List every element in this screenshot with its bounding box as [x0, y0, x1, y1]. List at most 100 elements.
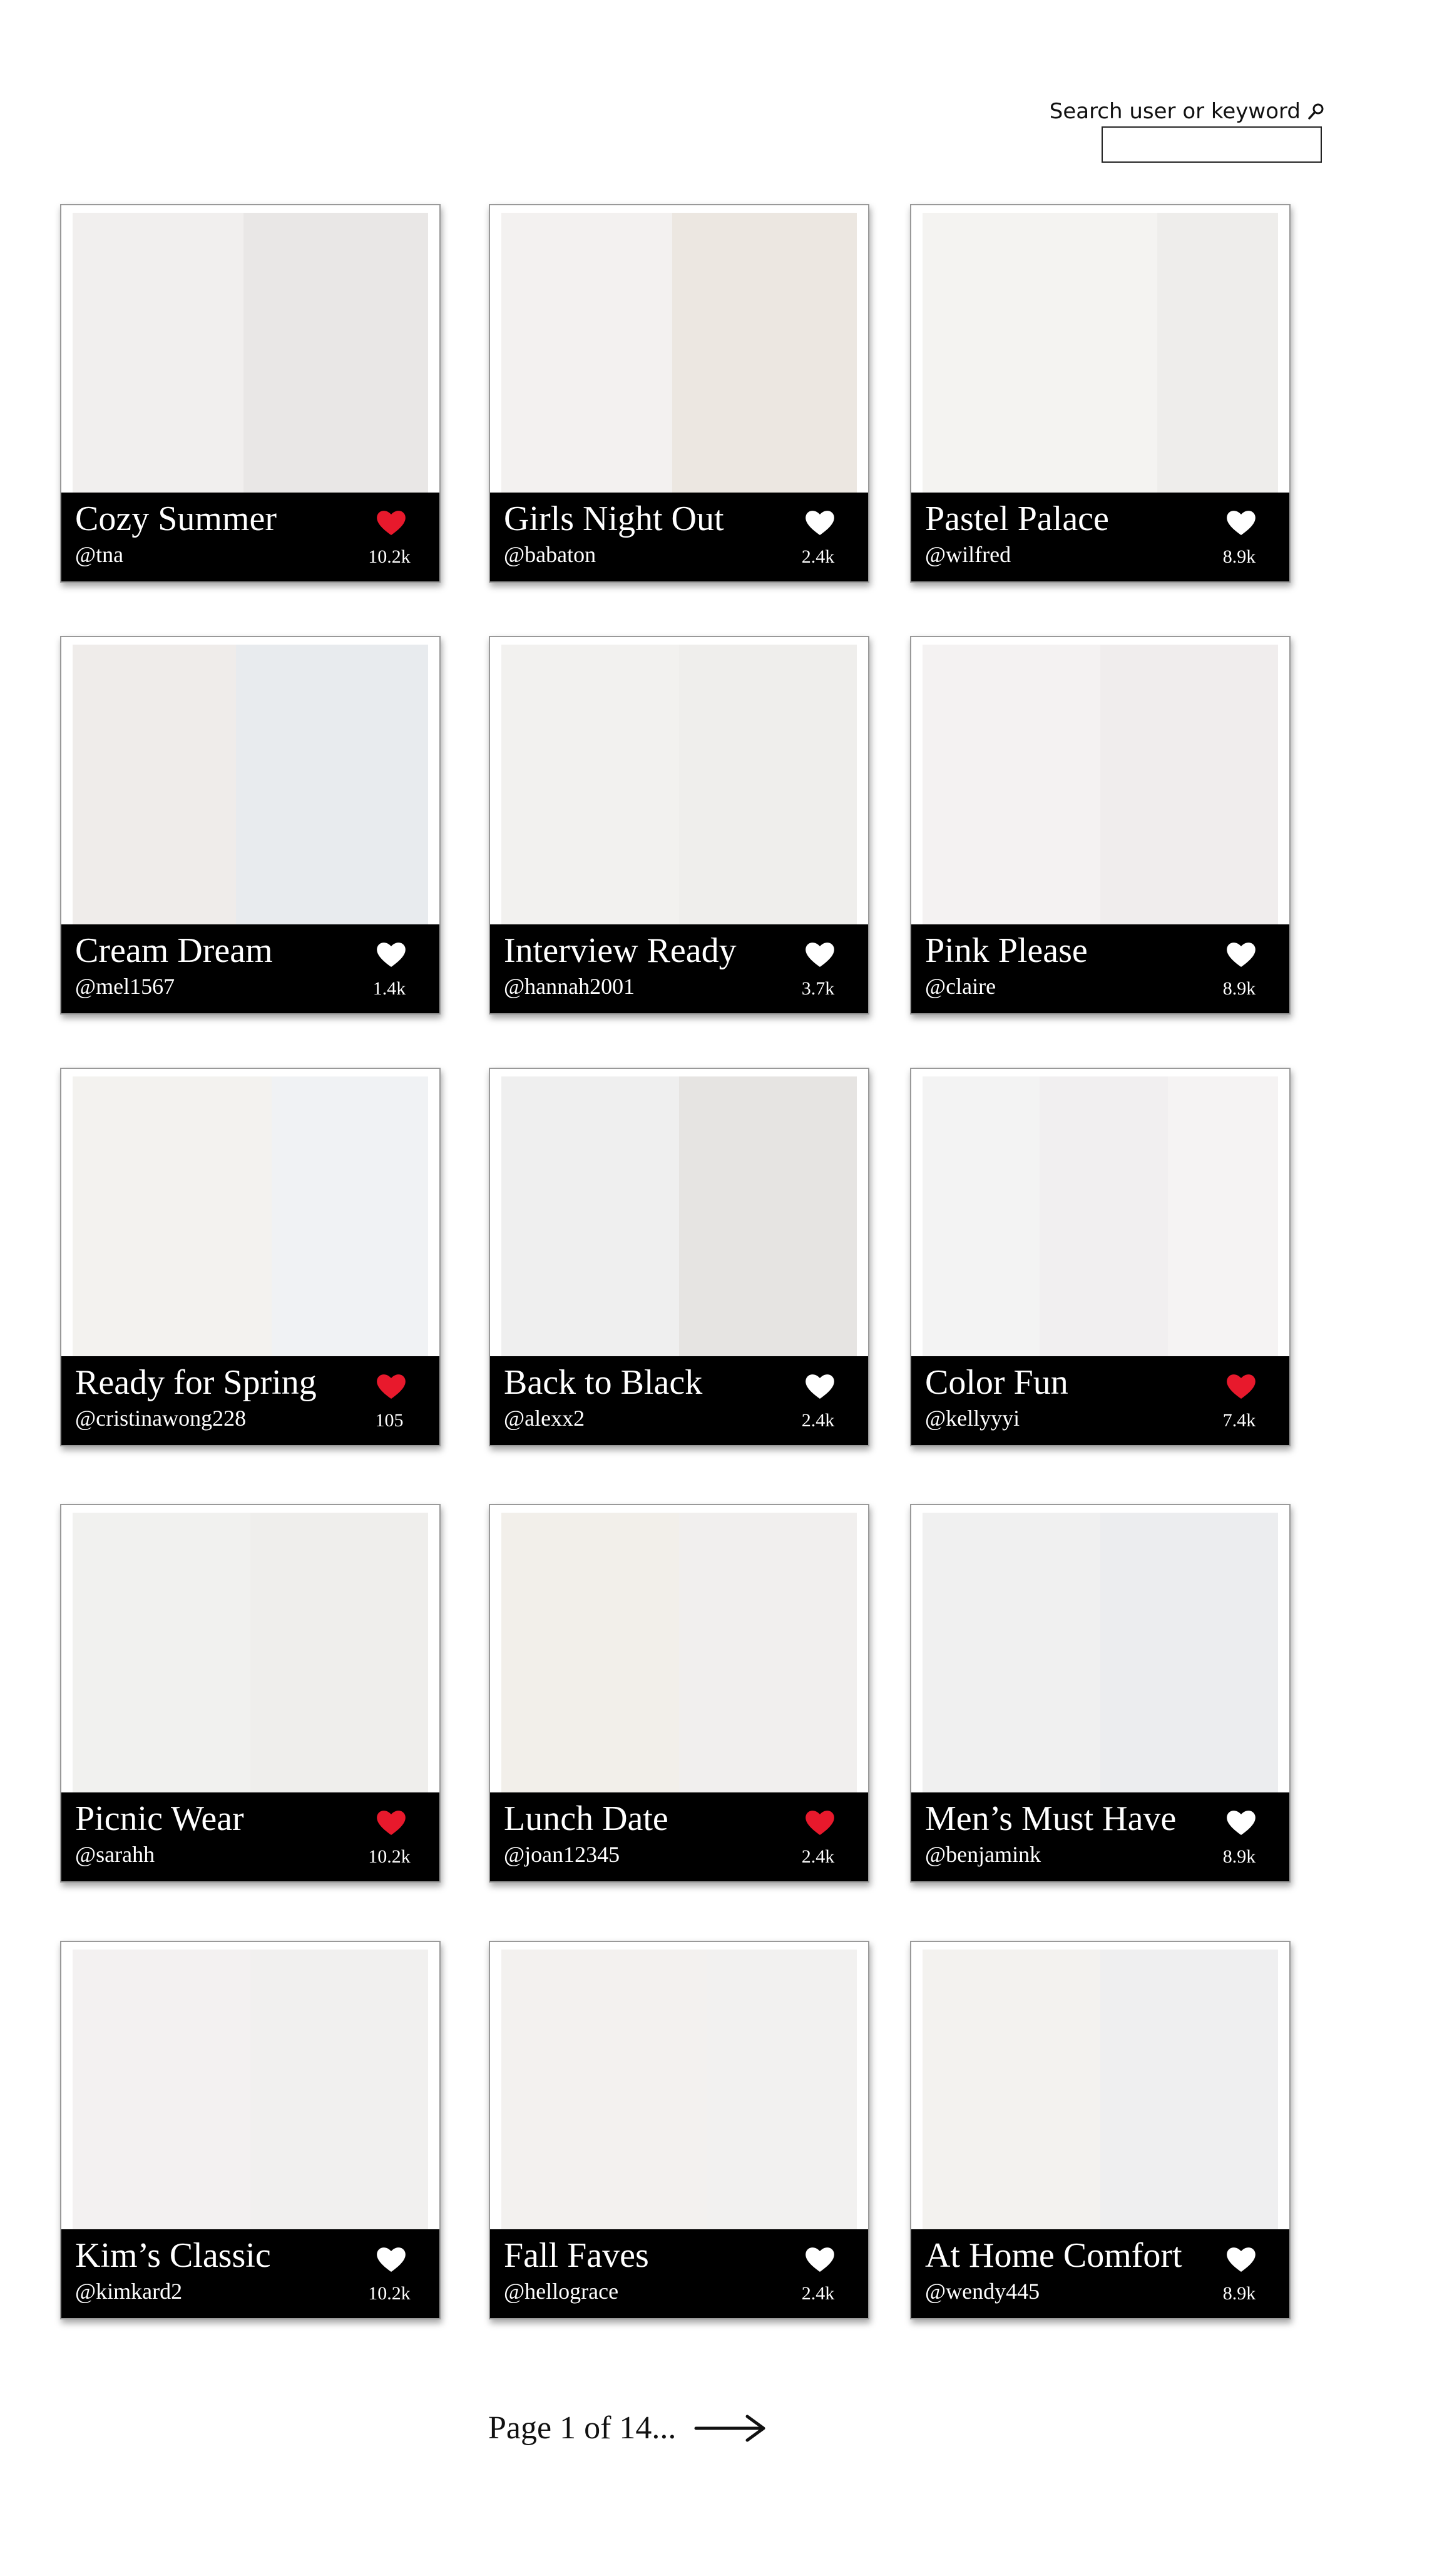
- product-image: [501, 213, 672, 497]
- outfit-images: [923, 1513, 1278, 1797]
- product-image: [923, 1513, 1100, 1797]
- product-image: [250, 1513, 428, 1797]
- card-username[interactable]: @wendy445: [925, 2278, 1040, 2304]
- like-count: 10.2k: [368, 546, 411, 567]
- card-username[interactable]: @joan12345: [504, 1841, 620, 1868]
- card-title: Interview Ready: [504, 931, 737, 970]
- card-username[interactable]: @babaton: [504, 541, 596, 568]
- card-footer: Girls Night Out @babaton 2.4k: [490, 493, 868, 581]
- heart-icon[interactable]: [376, 1807, 407, 1836]
- heart-icon[interactable]: [1225, 2244, 1257, 2273]
- card-title: Kim’s Classic: [75, 2236, 271, 2275]
- outfit-images: [923, 213, 1278, 497]
- product-image: [923, 213, 1157, 497]
- outfit-images: [501, 1950, 857, 2234]
- card-username[interactable]: @kellyyyi: [925, 1405, 1020, 1431]
- card-title: Cozy Summer: [75, 499, 277, 538]
- heart-icon[interactable]: [804, 508, 836, 536]
- outfit-card[interactable]: Color Fun @kellyyyi 7.4k: [910, 1068, 1291, 1446]
- outfit-images: [923, 645, 1278, 929]
- search-label-row: Search user or keyword: [1050, 99, 1326, 124]
- heart-icon[interactable]: [1225, 1807, 1257, 1836]
- outfit-card[interactable]: Fall Faves @hellograce 2.4k: [489, 1941, 869, 2319]
- outfit-card[interactable]: Cozy Summer @tna 10.2k: [60, 204, 441, 583]
- product-image: [923, 1950, 1100, 2234]
- card-username[interactable]: @benjamink: [925, 1841, 1041, 1868]
- outfit-images: [501, 1513, 857, 1797]
- heart-icon[interactable]: [804, 1807, 836, 1836]
- product-image: [923, 1076, 1040, 1361]
- card-footer: Lunch Date @joan12345 2.4k: [490, 1792, 868, 1881]
- card-username[interactable]: @alexx2: [504, 1405, 585, 1431]
- outfit-card[interactable]: Ready for Spring @cristinawong228 105: [60, 1068, 441, 1446]
- outfit-card[interactable]: Pastel Palace @wilfred 8.9k: [910, 204, 1291, 583]
- search-icon[interactable]: [1307, 102, 1326, 121]
- card-title: Picnic Wear: [75, 1799, 244, 1838]
- card-username[interactable]: @kimkard2: [75, 2278, 182, 2304]
- heart-icon[interactable]: [804, 1371, 836, 1400]
- product-image: [73, 1950, 250, 2234]
- outfit-card[interactable]: Back to Black @alexx2 2.4k: [489, 1068, 869, 1446]
- heart-icon[interactable]: [1225, 508, 1257, 536]
- outfit-images: [923, 1950, 1278, 2234]
- product-image: [923, 645, 1100, 929]
- outfit-card[interactable]: Girls Night Out @babaton 2.4k: [489, 204, 869, 583]
- card-title: Color Fun: [925, 1363, 1068, 1402]
- like-count: 7.4k: [1222, 1410, 1256, 1431]
- heart-icon[interactable]: [804, 2244, 836, 2273]
- card-title: At Home Comfort: [925, 2236, 1182, 2275]
- product-image: [73, 1513, 250, 1797]
- outfit-card[interactable]: Pink Please @claire 8.9k: [910, 636, 1291, 1015]
- search-label: Search user or keyword: [1049, 99, 1301, 124]
- like-count: 8.9k: [1222, 1846, 1256, 1867]
- pagination: Page 1 of 14...: [488, 2410, 769, 2446]
- card-username[interactable]: @tna: [75, 541, 123, 568]
- card-username[interactable]: @hellograce: [504, 2278, 618, 2304]
- card-username[interactable]: @cristinawong228: [75, 1405, 246, 1431]
- product-image: [73, 645, 237, 929]
- like-count: 105: [375, 1410, 404, 1431]
- outfit-card[interactable]: Picnic Wear @sarahh 10.2k: [60, 1504, 441, 1883]
- outfit-card[interactable]: Interview Ready @hannah2001 3.7k: [489, 636, 869, 1015]
- outfit-card[interactable]: Kim’s Classic @kimkard2 10.2k: [60, 1941, 441, 2319]
- product-image: [501, 645, 679, 929]
- outfit-card[interactable]: At Home Comfort @wendy445 8.9k: [910, 1941, 1291, 2319]
- like-count: 2.4k: [801, 2283, 835, 2304]
- card-footer: Ready for Spring @cristinawong228 105: [61, 1356, 439, 1445]
- heart-icon[interactable]: [804, 939, 836, 968]
- search-input[interactable]: [1102, 126, 1322, 163]
- product-image: [679, 1076, 857, 1361]
- next-page-arrow-icon[interactable]: [693, 2413, 769, 2444]
- card-username[interactable]: @claire: [925, 973, 996, 999]
- heart-icon[interactable]: [376, 939, 407, 968]
- product-image: [73, 213, 243, 497]
- product-image: [1100, 1513, 1278, 1797]
- card-title: Men’s Must Have: [925, 1799, 1177, 1838]
- card-username[interactable]: @wilfred: [925, 541, 1011, 568]
- heart-icon[interactable]: [1225, 1371, 1257, 1400]
- card-title: Back to Black: [504, 1363, 703, 1402]
- product-image: [707, 1950, 857, 2234]
- heart-icon[interactable]: [376, 2244, 407, 2273]
- product-image: [679, 645, 857, 929]
- product-image: [501, 1076, 679, 1361]
- card-username[interactable]: @mel1567: [75, 973, 175, 999]
- product-image: [501, 1513, 679, 1797]
- heart-icon[interactable]: [1225, 939, 1257, 968]
- like-count: 2.4k: [801, 1410, 835, 1431]
- product-image: [243, 213, 428, 497]
- like-count: 1.4k: [372, 978, 406, 999]
- outfit-card[interactable]: Cream Dream @mel1567 1.4k: [60, 636, 441, 1015]
- heart-icon[interactable]: [376, 508, 407, 536]
- card-footer: Color Fun @kellyyyi 7.4k: [911, 1356, 1289, 1445]
- heart-icon[interactable]: [376, 1371, 407, 1400]
- outfit-images: [501, 1076, 857, 1361]
- card-username[interactable]: @hannah2001: [504, 973, 635, 999]
- page-indicator: Page 1 of 14...: [488, 2410, 677, 2446]
- card-title: Fall Faves: [504, 2236, 649, 2275]
- outfit-card[interactable]: Men’s Must Have @benjamink 8.9k: [910, 1504, 1291, 1883]
- outfit-images: [501, 213, 857, 497]
- card-footer: Pastel Palace @wilfred 8.9k: [911, 493, 1289, 581]
- outfit-card[interactable]: Lunch Date @joan12345 2.4k: [489, 1504, 869, 1883]
- card-username[interactable]: @sarahh: [75, 1841, 155, 1868]
